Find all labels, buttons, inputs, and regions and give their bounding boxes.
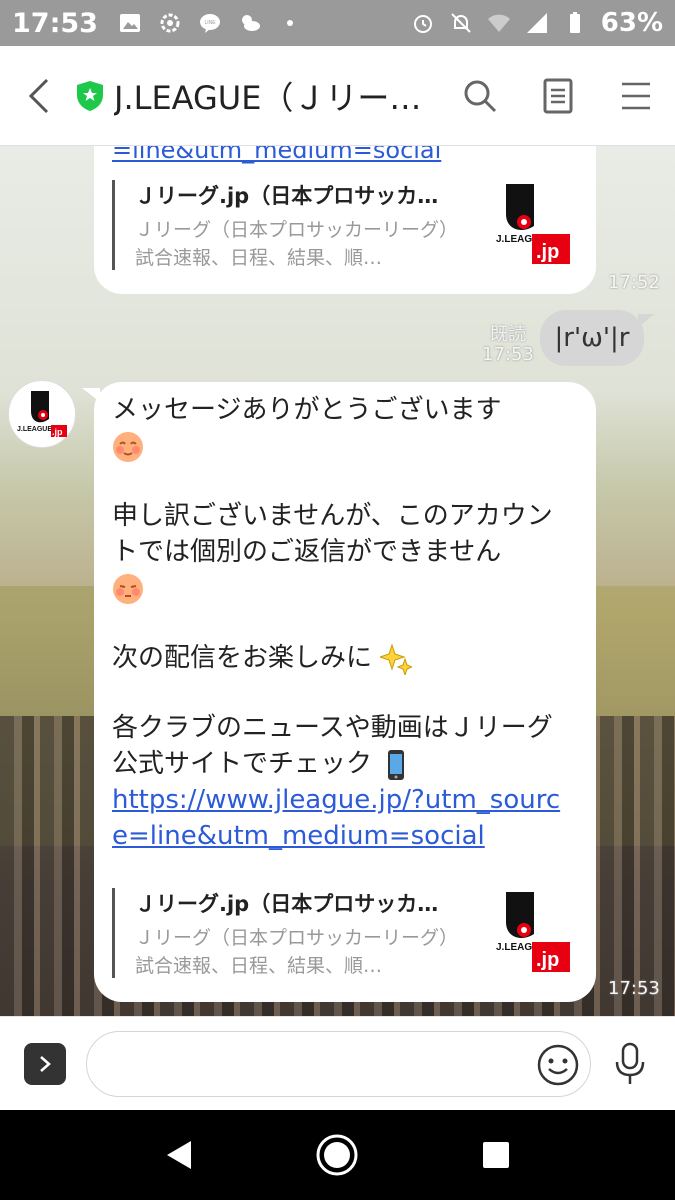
link-preview-description: Ｊリーグ（日本プロサッカーリーグ）試合速報、日程、結果、順…: [135, 219, 459, 269]
svg-text:LINE: LINE: [204, 20, 216, 26]
link-preview-description: Ｊリーグ（日本プロサッカーリーグ）試合速報、日程、結果、順…: [135, 927, 459, 977]
earlier-message-bubble[interactable]: =line&utm_medium=social Ｊリーグ.jp（日本プロサッカ……: [94, 146, 596, 294]
sent-message-text: |r'ω'|r: [554, 323, 630, 353]
svg-text:J.LEAGUE: J.LEAGUE: [17, 426, 52, 433]
image-icon: [119, 14, 140, 32]
mobile-phone-emoji-icon: [388, 749, 405, 780]
chevron-left-icon: [28, 78, 49, 113]
apologetic-face-emoji-icon: [113, 573, 143, 604]
message-input[interactable]: [86, 1030, 591, 1097]
reply-paragraph-2: 申し訳ございませんが、このアカウントでは個別のご返信ができません: [112, 498, 574, 606]
reply-message-time: 17:53: [608, 978, 660, 999]
system-nav-bar: [0, 1110, 675, 1200]
jleague-site-link[interactable]: https://www.jleague.jp/?utm_source=line&…: [112, 785, 560, 851]
svg-text:.jp: .jp: [536, 949, 559, 971]
dot-icon: [286, 20, 293, 26]
reply-paragraph-4: 各クラブのニュースや動画はＪリーグ公式サイトでチェック https://www.…: [112, 713, 561, 851]
microphone-icon: [615, 1042, 645, 1084]
status-notification-icons: LINE: [118, 11, 302, 35]
smiling-face-emoji-icon: [113, 431, 143, 462]
square-recents-icon: [482, 1142, 509, 1168]
reply-message-text: メッセージありがとうございます 申し訳ございませんが、このアカウントでは個別のご…: [112, 392, 574, 854]
jleague-avatar-logo-icon: J.LEAGUE .jp: [17, 391, 67, 437]
signal-icon: [526, 13, 547, 33]
sparkles-emoji-icon: [380, 642, 413, 675]
search-icon: [464, 80, 497, 112]
alarm-icon: [413, 15, 432, 33]
jleague-logo-icon: J.LEAGUE .jp: [496, 892, 570, 972]
notes-icon: [543, 78, 573, 113]
chat-area[interactable]: =line&utm_medium=social Ｊリーグ.jp（日本プロサッカ……: [0, 146, 675, 1016]
circle-home-icon: [316, 1134, 358, 1176]
shield-star-icon: [77, 80, 103, 111]
line-icon: LINE: [199, 14, 220, 33]
link-preview-title: Ｊリーグ.jp（日本プロサッカ…: [135, 184, 439, 208]
voice-input-button[interactable]: [599, 1029, 661, 1099]
back-button[interactable]: [0, 46, 76, 146]
expand-button[interactable]: [24, 1042, 66, 1085]
status-time: 17:53: [12, 7, 98, 39]
earlier-link-preview[interactable]: Ｊリーグ.jp（日本プロサッカ… Ｊリーグ（日本プロサッカーリーグ）試合速報、日…: [112, 180, 574, 270]
chat-title: J.LEAGUE（Ｊリー…: [114, 78, 422, 117]
battery-percent: 63%: [600, 8, 663, 38]
triangle-back-icon: [167, 1141, 192, 1169]
chat-header: J.LEAGUE（Ｊリー…: [0, 46, 675, 146]
search-button[interactable]: [441, 46, 519, 146]
menu-button[interactable]: [597, 46, 675, 146]
chevron-right-icon: [40, 1055, 51, 1072]
chat-title-area[interactable]: J.LEAGUE（Ｊリー…: [76, 73, 441, 119]
message-input-bar: [0, 1016, 675, 1110]
nav-back-button[interactable]: [149, 1125, 209, 1185]
sent-message-bubble[interactable]: |r'ω'|r: [540, 310, 654, 366]
svg-text:.jp: .jp: [536, 241, 559, 263]
reply-message-bubble[interactable]: メッセージありがとうございます 申し訳ございませんが、このアカウントでは個別のご…: [82, 382, 596, 1002]
avatar[interactable]: J.LEAGUE .jp: [8, 380, 76, 448]
sent-message-time: 17:53: [482, 344, 534, 365]
reply-paragraph-3: 次の配信をお楽しみに: [112, 640, 574, 676]
reply-link-preview[interactable]: Ｊリーグ.jp（日本プロサッカ… Ｊリーグ（日本プロサッカーリーグ）試合速報、日…: [112, 888, 574, 978]
battery-icon: [569, 12, 580, 33]
wifi-icon: [487, 14, 510, 32]
read-status: 既読: [490, 324, 526, 345]
link-preview-title: Ｊリーグ.jp（日本プロサッカ…: [135, 892, 439, 916]
smiley-icon[interactable]: [536, 1043, 580, 1087]
earlier-message-link[interactable]: =line&utm_medium=social: [112, 146, 441, 164]
jleague-logo-icon: J.LEAGUE .jp: [496, 184, 570, 264]
weather-icon: [241, 15, 260, 31]
svg-text:.jp: .jp: [52, 427, 63, 437]
settings-gear-icon: [160, 13, 180, 33]
reply-paragraph-1: メッセージありがとうございます: [112, 392, 574, 464]
status-bar: 17:53 LINE 63%: [0, 0, 675, 46]
notes-button[interactable]: [519, 46, 597, 146]
menu-icon: [622, 82, 650, 109]
nav-recents-button[interactable]: [466, 1125, 526, 1185]
earlier-message-time: 17:52: [608, 272, 660, 293]
bell-off-icon: [451, 13, 471, 33]
status-system-icons: 63%: [411, 8, 663, 38]
nav-home-button[interactable]: [307, 1125, 367, 1185]
